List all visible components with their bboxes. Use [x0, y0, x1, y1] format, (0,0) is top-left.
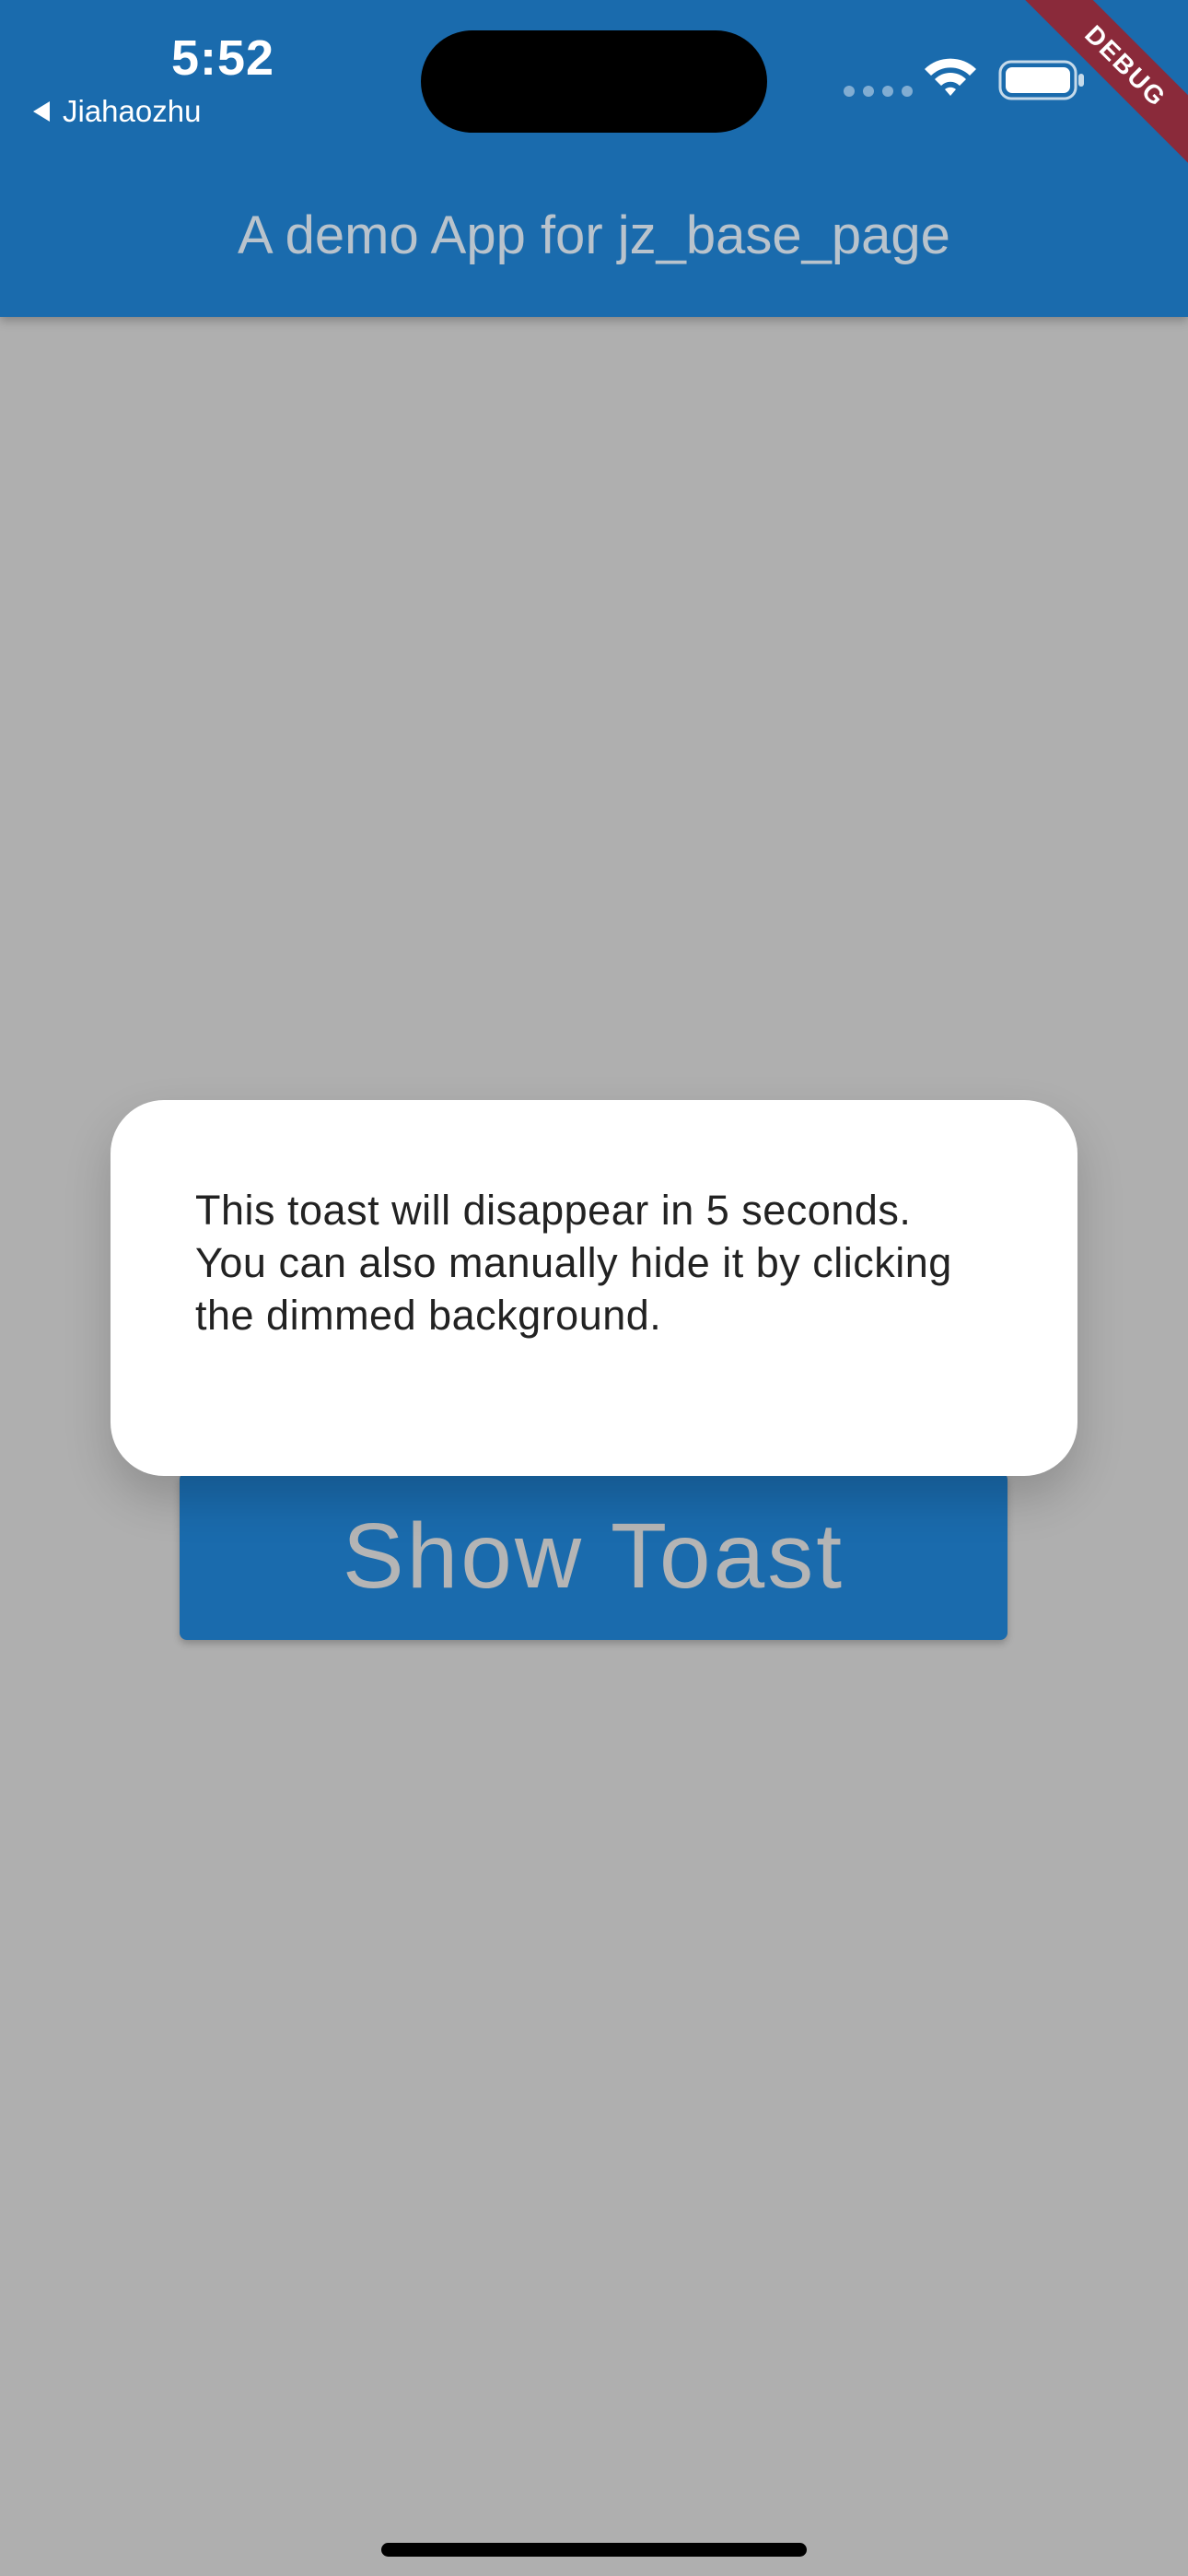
- home-indicator[interactable]: [381, 2543, 807, 2557]
- toast-message: This toast will disappear in 5 seconds. …: [195, 1187, 952, 1339]
- dynamic-island: [421, 30, 767, 133]
- show-toast-button[interactable]: Show Toast: [180, 1472, 1007, 1640]
- app-title: A demo App for jz_base_page: [238, 205, 950, 265]
- back-triangle-icon: [33, 101, 50, 122]
- back-to-app-button[interactable]: Jiahaozhu: [33, 94, 201, 129]
- wifi-icon: [925, 58, 976, 96]
- back-app-label: Jiahaozhu: [63, 94, 202, 128]
- status-time: 5:52: [171, 30, 275, 86]
- toast-dialog: This toast will disappear in 5 seconds. …: [111, 1100, 1077, 1476]
- debug-banner: DEBUG: [1004, 0, 1188, 184]
- cellular-signal-icon: [844, 86, 913, 97]
- debug-banner-label: DEBUG: [1023, 0, 1188, 169]
- app-bar: 5:52 Jiahaozhu DEBUG A demo App for jz_b…: [0, 0, 1188, 317]
